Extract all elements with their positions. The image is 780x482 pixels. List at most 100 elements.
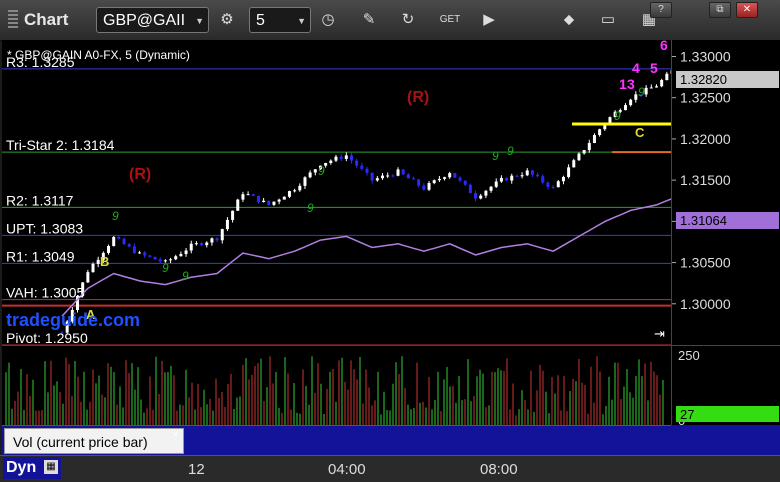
candle-body	[132, 246, 136, 254]
candle-body	[412, 178, 416, 180]
comment-icon[interactable]: ▭	[595, 7, 621, 33]
tag-icon[interactable]: ⬥	[556, 7, 582, 33]
candle-body	[510, 175, 514, 181]
get-icon[interactable]: GET	[437, 7, 463, 33]
study-tab[interactable]: Vol (current price bar)	[4, 428, 184, 454]
close-icon[interactable]: ×	[172, 429, 178, 441]
level-label: VAH: 1.3005	[6, 285, 85, 301]
candle-body	[396, 169, 400, 176]
candle-body	[401, 169, 405, 175]
toolbar: Chart GBP@GAII ▼ ⚙ 5 ▼ ◷ ✎ ↻ GET ▶ ⬥ ▭ ▦ ?…	[0, 0, 780, 41]
level-label: R1: 1.3049	[6, 248, 75, 264]
candle-body	[592, 135, 596, 143]
gear-icon[interactable]: ⚙	[214, 7, 240, 33]
candle-body	[205, 242, 209, 246]
candle-body	[282, 196, 286, 200]
sequence-marker: 9	[182, 269, 189, 283]
drag-grip-icon[interactable]	[8, 10, 18, 28]
interval-select[interactable]: 5 ▼	[249, 7, 311, 33]
restore-button[interactable]: ⧉	[709, 2, 731, 18]
candle-body	[587, 142, 591, 151]
candle-body	[148, 255, 152, 257]
candle-body	[530, 170, 534, 175]
candle-body	[107, 245, 111, 253]
candle-body	[225, 219, 229, 230]
pencil-icon[interactable]: ✎	[356, 7, 382, 33]
level-lines	[2, 68, 671, 345]
candle-body	[546, 182, 550, 187]
candle-body	[629, 99, 633, 106]
sequence-marker: 9	[318, 164, 325, 178]
candle-body	[220, 229, 224, 241]
candle-body	[422, 185, 426, 190]
price-tick-label: 1.32000	[680, 131, 731, 147]
candle-body	[86, 272, 90, 283]
sequence-marker: 9	[507, 144, 514, 158]
candle-body	[370, 172, 374, 181]
candle-body	[634, 94, 638, 100]
candle-body	[468, 184, 472, 194]
candle-body	[515, 175, 519, 177]
candle-body	[215, 238, 219, 241]
price-tick-label: 1.33000	[680, 48, 731, 64]
candle-body	[608, 117, 612, 124]
app-title-text: Chart	[24, 10, 69, 29]
candle-body	[375, 178, 379, 181]
candle-body	[293, 190, 297, 192]
candle-body	[344, 155, 348, 159]
volume-tick: 250	[678, 348, 700, 363]
time-label: 12	[188, 461, 205, 478]
volume-current-label: 27	[680, 407, 694, 422]
candle-body	[267, 200, 271, 205]
chart-annotation: 4	[632, 60, 640, 76]
clock-icon[interactable]: ◷	[315, 7, 341, 33]
chart-annotation: 1	[619, 76, 627, 92]
candle-body	[334, 156, 338, 161]
volume-chart[interactable]	[2, 345, 671, 426]
candle-body	[489, 186, 493, 191]
sequence-marker: 9	[492, 149, 499, 163]
candle-body	[349, 155, 353, 161]
moving-average-line	[61, 198, 671, 317]
candle-body	[567, 167, 571, 177]
level-label: Pivot: 1.2950	[6, 330, 88, 345]
candle-body	[236, 199, 240, 211]
close-button[interactable]: ✕	[736, 2, 758, 18]
play-icon[interactable]: ▶	[476, 7, 502, 33]
chevron-down-icon: ▼	[297, 16, 306, 26]
candle-body	[210, 238, 214, 243]
candle-body	[551, 186, 555, 188]
candle-body	[272, 201, 276, 205]
refresh-icon[interactable]: ↻	[395, 7, 421, 33]
candle-body	[256, 195, 260, 202]
candle-body	[184, 250, 188, 254]
price-chart[interactable]: (R) (R) B A C 1 3 4 5 6 9 9 9 9 9 9 9 9 9 * GBP@GAIN A0-FX…	[2, 40, 671, 345]
time-label: 04:00	[328, 461, 366, 478]
candle-body	[541, 176, 545, 183]
price-tick-label: 1.30500	[680, 255, 731, 271]
candle-body	[339, 156, 343, 159]
sequence-marker: 9	[307, 201, 314, 215]
candle-body	[200, 243, 204, 246]
candle-body	[189, 243, 193, 251]
chevron-down-icon: ▼	[195, 16, 204, 26]
calendar-icon[interactable]: ▦	[44, 460, 58, 474]
candle-body	[644, 87, 648, 95]
study-bar-right	[671, 425, 780, 455]
candle-body	[520, 175, 524, 177]
scroll-end-icon[interactable]: ⇥	[654, 326, 665, 341]
current-price-label: 1.32820	[680, 72, 727, 87]
candle-body	[484, 190, 488, 196]
volume-plot	[5, 356, 664, 426]
watermark: tradeguide.com	[6, 310, 140, 330]
symbol-select[interactable]: GBP@GAII ▼	[96, 7, 209, 33]
candle-body	[494, 181, 498, 187]
chart-annotation: C	[635, 125, 645, 140]
candle-body	[287, 191, 291, 197]
app-title: Chart	[8, 10, 68, 30]
candle-body	[117, 236, 121, 239]
help-button[interactable]: ?	[650, 2, 672, 18]
candle-body	[231, 210, 235, 220]
candle-body	[194, 243, 198, 245]
candle-body	[179, 253, 183, 257]
